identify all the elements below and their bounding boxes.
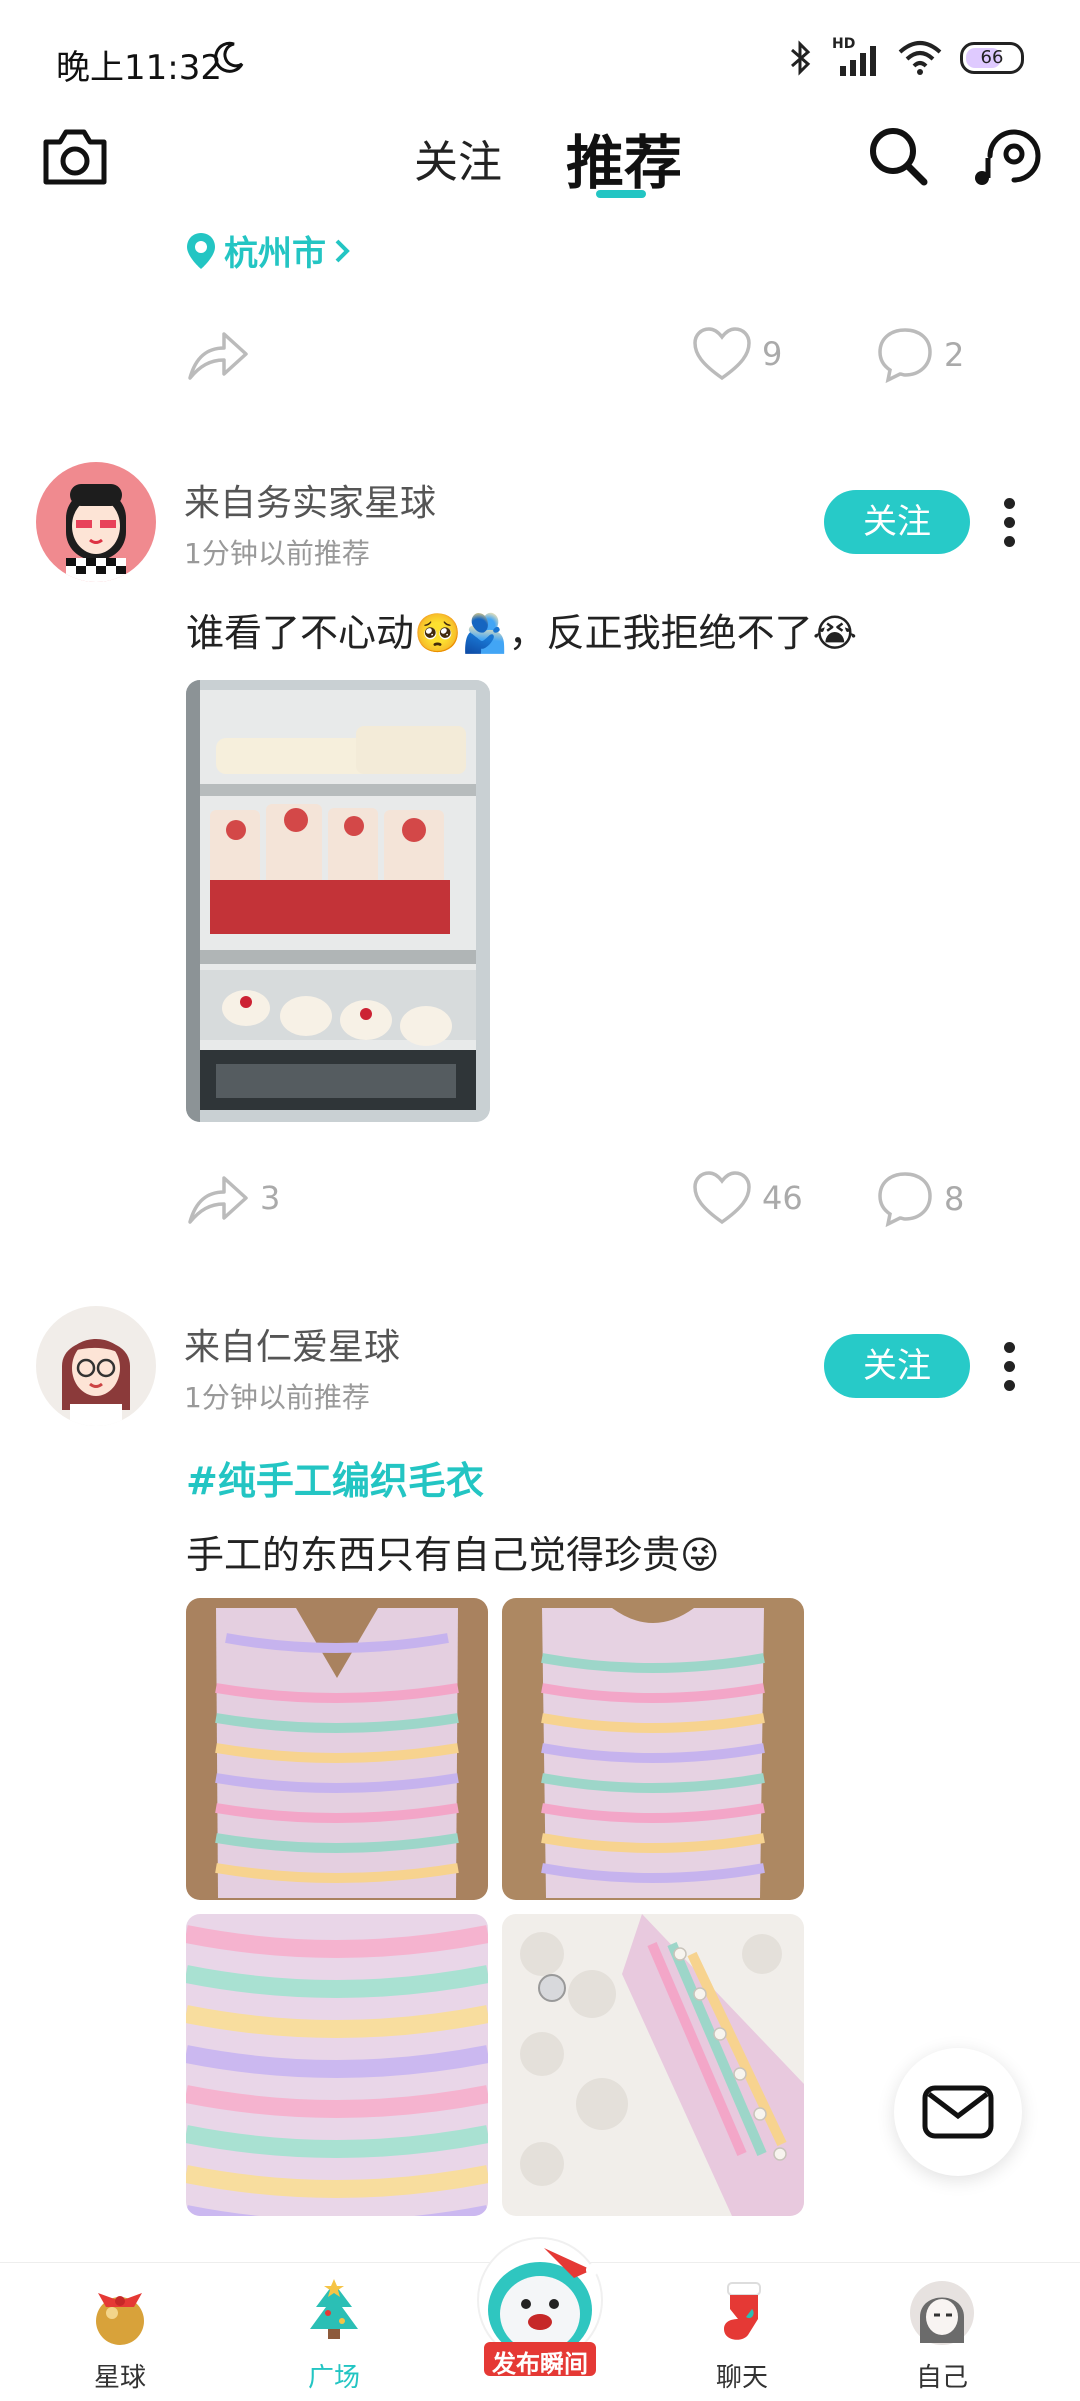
- battery-indicator: 66: [960, 42, 1024, 74]
- avatar[interactable]: [36, 462, 156, 582]
- tab-follow[interactable]: 关注: [414, 126, 502, 190]
- search-icon[interactable]: [866, 124, 930, 188]
- comment-button[interactable]: 2: [876, 326, 964, 384]
- location-pin-icon: [187, 232, 215, 269]
- follow-button[interactable]: 关注: [824, 1334, 970, 1398]
- post-image[interactable]: [502, 1598, 804, 1900]
- post-image[interactable]: [186, 680, 490, 1122]
- signal-icon: HD: [832, 36, 880, 76]
- nav-me[interactable]: 自己: [872, 2277, 1012, 2394]
- comment-icon: [878, 1172, 932, 1228]
- avatar[interactable]: [36, 1306, 156, 1426]
- chevron-right-icon: [335, 239, 350, 262]
- share-icon: [188, 332, 248, 380]
- nav-plaza[interactable]: 广场: [264, 2277, 404, 2394]
- username[interactable]: 来自仁爱星球: [184, 1318, 400, 1370]
- music-icon[interactable]: [970, 124, 1044, 188]
- moon-icon: [214, 41, 244, 73]
- like-button[interactable]: 9: [692, 326, 782, 382]
- share-count: 3: [260, 1179, 281, 1217]
- status-icons: HD 66: [788, 36, 1024, 76]
- location-label: 杭州市: [224, 234, 326, 274]
- follow-button[interactable]: 关注: [824, 490, 970, 554]
- location-tag[interactable]: 杭州市: [184, 226, 352, 275]
- bluetooth-icon: [791, 40, 811, 76]
- tab-recommend[interactable]: 推荐: [566, 116, 682, 200]
- share-button[interactable]: 3: [186, 1170, 280, 1226]
- more-icon[interactable]: [1004, 1342, 1016, 1399]
- nav-planet[interactable]: 星球: [50, 2277, 190, 2394]
- comment-icon: [878, 328, 932, 384]
- status-time: 晚上11:32: [56, 48, 222, 88]
- comment-count: 2: [944, 336, 965, 374]
- heart-icon: [693, 327, 751, 381]
- post-image[interactable]: [186, 1914, 488, 2216]
- like-button[interactable]: 46: [692, 1170, 803, 1226]
- mail-icon: [922, 2085, 994, 2139]
- wifi-icon: [898, 41, 942, 75]
- avatar: [910, 2281, 974, 2345]
- tab-indicator: [596, 190, 646, 198]
- post-text: 谁看了不心动🥺🫂，反正我拒绝不了😭: [186, 611, 858, 655]
- post-image[interactable]: [186, 1598, 488, 1900]
- post-time: 1分钟以前推荐: [184, 537, 370, 570]
- heart-icon: [693, 1171, 751, 1225]
- username[interactable]: 来自务实家星球: [184, 474, 436, 526]
- publish-button[interactable]: 发布瞬间: [474, 2234, 606, 2384]
- like-count: 46: [762, 1179, 803, 1217]
- message-button[interactable]: [894, 2048, 1022, 2176]
- post-text: 手工的东西只有自己觉得珍贵😜: [186, 1533, 720, 1577]
- camera-icon[interactable]: [40, 124, 110, 188]
- post-time: 1分钟以前推荐: [184, 1381, 370, 1414]
- nav-chat[interactable]: 聊天: [672, 2277, 812, 2394]
- like-count: 9: [762, 335, 783, 373]
- share-icon: [188, 1176, 248, 1224]
- planet-ornament-icon: [96, 2293, 144, 2345]
- share-button[interactable]: [186, 326, 250, 382]
- publish-label: 发布瞬间: [492, 2350, 588, 2378]
- christmas-stocking-icon: [724, 2282, 761, 2340]
- post-image[interactable]: [502, 1914, 804, 2216]
- comment-button[interactable]: 8: [876, 1170, 964, 1228]
- christmas-tree-icon: [310, 2279, 358, 2339]
- comment-count: 8: [944, 1180, 965, 1218]
- more-icon[interactable]: [1004, 498, 1016, 555]
- hashtag[interactable]: #纯手工编织毛衣: [186, 1450, 484, 1505]
